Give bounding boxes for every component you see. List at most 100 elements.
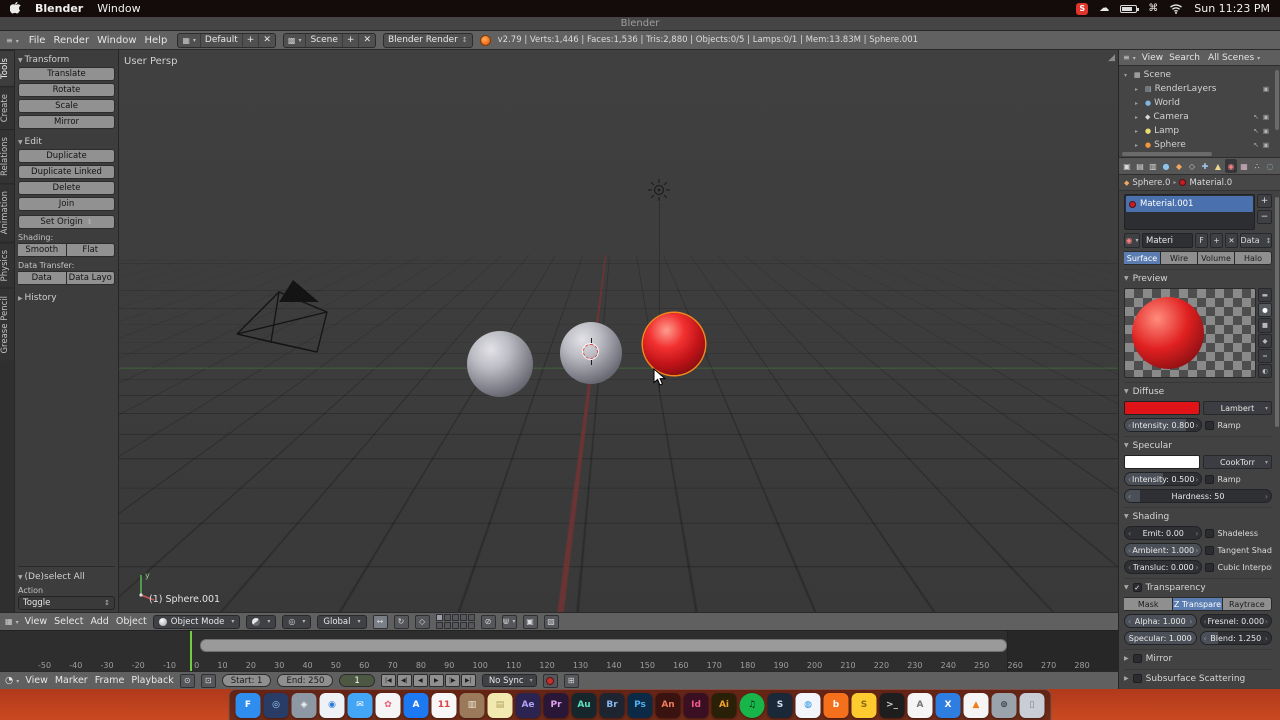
- add-slot-button[interactable]: +: [1257, 194, 1272, 208]
- props-tab-texture[interactable]: ▦: [1238, 159, 1250, 173]
- fake-user-button[interactable]: F: [1195, 233, 1208, 248]
- browse-material-icon[interactable]: ◉: [1124, 233, 1140, 248]
- preview-world-icon[interactable]: ◐: [1258, 363, 1272, 379]
- diffuse-shader-dropdown[interactable]: Lambert: [1202, 401, 1272, 415]
- menu-render[interactable]: Render: [50, 35, 92, 46]
- outliner-item-lamp[interactable]: ▸ ● Lamp ↖ ▣: [1121, 124, 1278, 138]
- data-button[interactable]: Data: [18, 271, 67, 285]
- dock-icon-trash[interactable]: ▯: [1019, 692, 1045, 718]
- props-tab-object[interactable]: ◆: [1173, 159, 1185, 173]
- scene-delete-button[interactable]: ✕: [358, 33, 375, 47]
- timeline-menu-playback[interactable]: Playback: [131, 675, 173, 686]
- transparency-raytrace-button[interactable]: Raytrace: [1222, 597, 1272, 611]
- set-origin-dropdown[interactable]: Set Origin: [18, 215, 115, 229]
- outliner-item-sphere[interactable]: ▸ ● Sphere ↖ ▣: [1121, 138, 1278, 152]
- icloud-menu-icon[interactable]: ☁: [1099, 3, 1109, 14]
- dock-icon-finder[interactable]: F: [235, 692, 261, 718]
- timeline-menu-view[interactable]: View: [25, 675, 48, 686]
- menubar-clock[interactable]: Sun 11:23 PM: [1194, 2, 1270, 15]
- dock-icon-bridge[interactable]: Br: [599, 692, 625, 718]
- datablock-link-dropdown[interactable]: Data: [1240, 233, 1272, 248]
- dock-icon-launchpad[interactable]: ◈: [291, 692, 317, 718]
- transform-panel-header[interactable]: Transform: [18, 55, 115, 65]
- use-preview-range-toggle[interactable]: ⊙: [179, 673, 195, 688]
- layout-delete-button[interactable]: ✕: [258, 33, 275, 47]
- timeline-menu-frame[interactable]: Frame: [95, 675, 125, 686]
- props-tab-scene[interactable]: ▥: [1147, 159, 1159, 173]
- engine-name[interactable]: Blender Render: [384, 34, 472, 47]
- timeline-menu-marker[interactable]: Marker: [55, 675, 88, 686]
- outliner-search-menu[interactable]: Search: [1169, 53, 1200, 63]
- dock-icon-docker[interactable]: ◍: [795, 692, 821, 718]
- area-corner-widget[interactable]: ◢: [1108, 53, 1115, 63]
- outliner-item-camera[interactable]: ▸ ◆ Camera ↖ ▣: [1121, 110, 1278, 124]
- editor-type-outliner-icon[interactable]: ≡: [1123, 53, 1136, 62]
- sss-enable-checkbox[interactable]: [1132, 674, 1142, 683]
- breadcrumb-object[interactable]: Sphere.0: [1132, 178, 1170, 188]
- material-name-input[interactable]: [1142, 233, 1193, 248]
- specular-intensity-slider[interactable]: Intensity: 0.500: [1124, 472, 1203, 486]
- sync-mode-dropdown[interactable]: No Sync: [481, 674, 537, 687]
- material-type-volume[interactable]: Volume: [1198, 251, 1235, 265]
- viewport-menu-select[interactable]: Select: [54, 616, 83, 627]
- diffuse-intensity-slider[interactable]: Intensity: 0.800: [1124, 418, 1203, 432]
- current-frame-field[interactable]: 1: [339, 674, 375, 687]
- scene-selector[interactable]: ▩ Scene + ✕: [282, 32, 376, 48]
- opengl-render-button[interactable]: ▣: [522, 614, 538, 629]
- outliner-filter-dropdown[interactable]: All Scenes: [1208, 53, 1260, 63]
- props-tab-render-layers[interactable]: ▤: [1134, 159, 1146, 173]
- shelf-tab-relations[interactable]: Relations: [0, 129, 14, 184]
- mirror-enable-checkbox[interactable]: [1132, 654, 1142, 663]
- unlink-button[interactable]: ✕: [1225, 233, 1238, 248]
- specular-color-swatch[interactable]: [1124, 455, 1200, 469]
- battery-icon[interactable]: [1120, 4, 1140, 13]
- spotify-menu-icon[interactable]: S: [1076, 2, 1089, 15]
- layers-widget[interactable]: [435, 614, 475, 629]
- outliner-item-world[interactable]: ▸ ● World: [1121, 96, 1278, 110]
- scene-browse-icon[interactable]: ▩: [284, 34, 306, 47]
- expand-icon[interactable]: ▸: [1135, 100, 1142, 107]
- screen-layout-selector[interactable]: ▦ Default + ✕: [177, 32, 276, 48]
- viewport-menu-add[interactable]: Add: [90, 616, 108, 627]
- dock-icon-textedit[interactable]: A: [907, 692, 933, 718]
- keying-set-button[interactable]: ⊞: [563, 673, 579, 688]
- dock-icon-blender[interactable]: b: [823, 692, 849, 718]
- lock-to-scene-toggle[interactable]: ⊘: [480, 614, 496, 629]
- expand-icon[interactable]: ▾: [1124, 72, 1131, 79]
- mirror-panel-header[interactable]: Mirror: [1124, 652, 1272, 665]
- sphere-object-selected[interactable]: [643, 313, 705, 375]
- smooth-button[interactable]: Smooth: [18, 243, 67, 257]
- wifi-icon[interactable]: [1169, 3, 1183, 14]
- preview-monkey-icon[interactable]: ◆: [1258, 333, 1272, 348]
- outliner-item-renderlayers[interactable]: ▸ ▤ RenderLayers ▣: [1121, 82, 1278, 96]
- viewport-shading-dropdown[interactable]: [246, 614, 277, 629]
- dock-icon-animate[interactable]: An: [655, 692, 681, 718]
- dock-icon-photoshop[interactable]: Ps: [627, 692, 653, 718]
- props-tab-particles[interactable]: ∴: [1251, 159, 1263, 173]
- props-tab-object-data[interactable]: ▲: [1212, 159, 1224, 173]
- delete-button[interactable]: Delete: [18, 181, 115, 195]
- transform-orientation-dropdown[interactable]: Global: [317, 614, 367, 629]
- render-engine-selector[interactable]: Blender Render: [383, 32, 473, 48]
- shelf-tab-grease-pencil[interactable]: Grease Pencil: [0, 288, 14, 361]
- restriction-toggles[interactable]: ↖ ▣: [1253, 127, 1270, 135]
- duplicate-button[interactable]: Duplicate: [18, 149, 115, 163]
- props-tab-modifiers[interactable]: ✚: [1199, 159, 1211, 173]
- props-tab-render[interactable]: ▣: [1121, 159, 1133, 173]
- lock-range-toggle[interactable]: ⊡: [200, 673, 216, 688]
- translucency-field[interactable]: Transluc: 0.000: [1124, 560, 1203, 574]
- dock-icon-terminal[interactable]: >_: [879, 692, 905, 718]
- dock-icon-notes[interactable]: ▤: [487, 692, 513, 718]
- shading-panel-header[interactable]: Shading: [1124, 510, 1272, 523]
- jump-to-start-button[interactable]: |◀: [380, 674, 396, 687]
- dock-icon-spotify[interactable]: ♫: [739, 692, 765, 718]
- next-keyframe-button[interactable]: |▶: [444, 674, 460, 687]
- specular-panel-header[interactable]: Specular: [1124, 439, 1272, 452]
- dock-icon-photos[interactable]: ✿: [375, 692, 401, 718]
- material-type-halo[interactable]: Halo: [1235, 251, 1272, 265]
- viewport-3d[interactable]: y User Persp (1) Sphere.001 ◢: [119, 50, 1118, 612]
- material-slot-list[interactable]: Material.001: [1124, 194, 1255, 230]
- editor-type-timeline-icon[interactable]: ◔: [5, 675, 19, 686]
- timeline-scrollbar[interactable]: [200, 639, 1007, 652]
- expand-icon[interactable]: ▸: [1135, 142, 1142, 149]
